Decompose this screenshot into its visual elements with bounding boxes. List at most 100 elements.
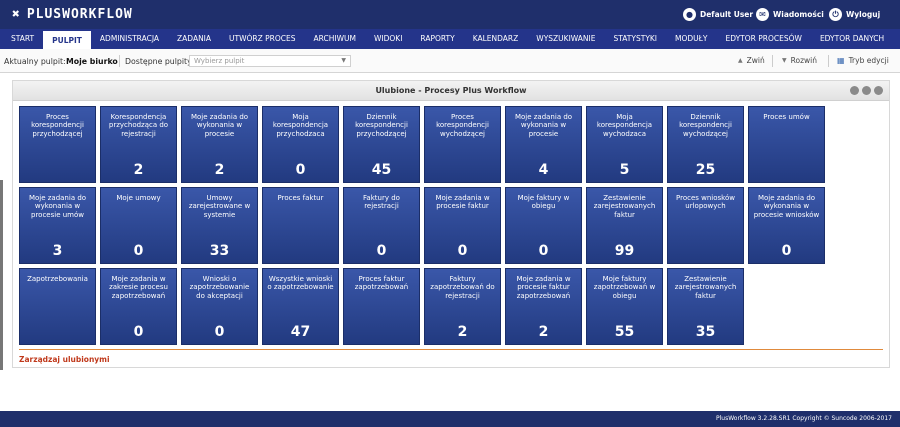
chevron-up-icon: ▲ <box>738 57 743 64</box>
app-logo[interactable]: ✖ PLUSWORKFLOW <box>12 7 133 22</box>
collapse-button[interactable]: ▲ Zwiń <box>738 56 765 65</box>
menu-item-edytor-procesow[interactable]: EDYTOR PROCESÓW <box>716 29 810 49</box>
menu-item-statystyki[interactable]: STATYSTYKI <box>605 29 667 49</box>
favorites-panel-header: Ulubione - Procesy Plus Workflow <box>13 81 889 101</box>
tile-count: 2 <box>538 324 549 340</box>
manage-favorites-link[interactable]: Zarządzaj ulubionymi <box>19 355 110 364</box>
menu-item-wyszukiwanie[interactable]: WYSZUKIWANIE <box>527 29 604 49</box>
tile[interactable]: Wszystkie wnioski o zapotrzebowanie 47 <box>262 268 339 345</box>
tile[interactable]: Moje faktury zapotrzebowań w obiegu 55 <box>586 268 663 345</box>
menu-item-start[interactable]: START <box>2 29 43 49</box>
left-edge-artifact <box>0 180 3 370</box>
tile-title: Moje zadania w zakresie procesu zapotrze… <box>109 275 168 300</box>
tile[interactable]: Proces faktur zapotrzebowań <box>343 268 420 345</box>
menu-item-pulpit[interactable]: PULPIT <box>43 29 91 49</box>
logo-text: PLUSWORKFLOW <box>26 7 133 22</box>
tile[interactable]: Moja korespondencja przychodzaca 0 <box>262 106 339 183</box>
menu-item-moduly[interactable]: MODUŁY <box>666 29 716 49</box>
menu-item-edytor-danych[interactable]: EDYTOR DANYCH <box>811 29 893 49</box>
settings-icon[interactable] <box>874 86 883 95</box>
available-dashboards-label: Dostępne pulpity: <box>125 57 194 66</box>
tile-count: 25 <box>695 162 716 178</box>
tile[interactable]: Moje zadania do wykonania w procesie 4 <box>505 106 582 183</box>
tile-title: Wnioski o zapotrzebowanie do akceptacji <box>189 275 250 300</box>
tile[interactable]: Korespondencja przychodząca do rejestrac… <box>100 106 177 183</box>
tile-title: Proces korespondencji wychodzącej <box>436 113 489 138</box>
tile-title: Moje zadania do wykonania w procesie wni… <box>753 194 820 219</box>
toolbar-divider <box>772 55 773 67</box>
tile[interactable]: Zestawienie zarejestrowanych faktur 99 <box>586 187 663 264</box>
tile[interactable]: Dziennik korespondencji przychodzącej 45 <box>343 106 420 183</box>
tile[interactable]: Proces korespondencji wychodzącej <box>424 106 501 183</box>
tile[interactable]: Moje zadania w procesie faktur zapotrzeb… <box>505 268 582 345</box>
tile[interactable]: Moje zadania w zakresie procesu zapotrze… <box>100 268 177 345</box>
tile[interactable]: Umowy zarejestrowane w systemie 33 <box>181 187 258 264</box>
tile-count: 5 <box>619 162 630 178</box>
tile-title: Faktury zapotrzebowań do rejestracji <box>430 275 495 300</box>
tile-title: Moja korespondencja wychodzaca <box>596 113 653 138</box>
power-icon: ⏻ <box>829 8 842 21</box>
collapse-label: Zwiń <box>746 56 765 65</box>
edit-mode-label: Tryb edycji <box>848 56 889 65</box>
mail-icon: ✉ <box>756 8 769 21</box>
tile[interactable]: Moja korespondencja wychodzaca 5 <box>586 106 663 183</box>
tile[interactable]: Faktury do rejestracji 0 <box>343 187 420 264</box>
tile-count: 0 <box>457 243 468 259</box>
refresh-icon[interactable] <box>862 86 871 95</box>
edit-grid-icon: ▦ <box>837 56 845 65</box>
user-name: Default User <box>700 10 754 19</box>
expand-button[interactable]: ▼ Rozwiń <box>782 56 817 65</box>
menu-item-widoki[interactable]: WIDOKI <box>365 29 411 49</box>
tile[interactable]: Moje zadania w procesie faktur 0 <box>424 187 501 264</box>
tile[interactable]: Moje zadania do wykonania w procesie 2 <box>181 106 258 183</box>
dashboard-select-placeholder: Wybierz pulpit <box>194 57 245 65</box>
tile[interactable]: Proces umów <box>748 106 825 183</box>
dashboard-select[interactable]: Wybierz pulpit ▼ <box>189 55 351 67</box>
messages-label: Wiadomości <box>773 10 824 19</box>
menu-item-archiwum[interactable]: ARCHIWUM <box>305 29 365 49</box>
tile-count: 45 <box>371 162 392 178</box>
tile-title: Proces wniosków urlopowych <box>676 194 735 211</box>
tile-title: Faktury do rejestracji <box>363 194 400 211</box>
tile-title: Moje zadania do wykonania w procesie <box>190 113 249 138</box>
tile[interactable]: Zestawienie zarejestrowanych faktur 35 <box>667 268 744 345</box>
tile-count: 0 <box>376 243 387 259</box>
tile[interactable]: Dziennik korespondencji wychodzącej 25 <box>667 106 744 183</box>
tile[interactable]: Wnioski o zapotrzebowanie do akceptacji 0 <box>181 268 258 345</box>
menu-item-zadania[interactable]: ZADANIA <box>168 29 220 49</box>
menu-item-raporty[interactable]: RAPORTY <box>411 29 463 49</box>
tile-title: Korespondencja przychodząca do rejestrac… <box>108 113 169 138</box>
edit-mode-button[interactable]: ▦ Tryb edycji <box>837 56 889 65</box>
menu-item-utworz-proces[interactable]: UTWÓRZ PROCES <box>220 29 305 49</box>
tile-count: 33 <box>209 243 230 259</box>
tile-title: Dziennik korespondencji przychodzącej <box>355 113 408 138</box>
tile-title: Proces faktur zapotrzebowań <box>354 275 409 292</box>
footer: PlusWorkflow 3.2.28.SR1 Copyright © Sunc… <box>0 411 900 427</box>
tile-count: 55 <box>614 324 635 340</box>
tile[interactable]: Moje umowy 0 <box>100 187 177 264</box>
logout-button[interactable]: ⏻ Wyloguj <box>829 6 880 23</box>
tile[interactable]: Proces faktur <box>262 187 339 264</box>
minimize-icon[interactable] <box>850 86 859 95</box>
user-icon: ● <box>683 8 696 21</box>
chevron-down-icon: ▼ <box>782 57 787 64</box>
tile[interactable]: Proces wniosków urlopowych <box>667 187 744 264</box>
messages-button[interactable]: ✉ Wiadomości <box>756 6 824 23</box>
tile[interactable]: Proces korespondencji przychodzącej <box>19 106 96 183</box>
dashboard-toolbar: Aktualny pulpit: Moje biurko Dostępne pu… <box>0 49 900 73</box>
tile-count: 0 <box>214 324 225 340</box>
tile[interactable]: Moje zadania do wykonania w procesie wni… <box>748 187 825 264</box>
menu-item-administracja[interactable]: ADMINISTRACJA <box>91 29 168 49</box>
chevron-down-icon: ▼ <box>341 57 346 64</box>
expand-label: Rozwiń <box>790 56 817 65</box>
tile[interactable]: Moje zadania do wykonania w procesie umó… <box>19 187 96 264</box>
tile-title: Wszystkie wnioski o zapotrzebowanie <box>267 275 334 292</box>
menu-item-kalendarz[interactable]: KALENDARZ <box>464 29 528 49</box>
tile[interactable]: Zapotrzebowania <box>19 268 96 345</box>
user-menu[interactable]: ● Default User <box>683 6 753 23</box>
tile-title: Moje zadania w procesie faktur <box>435 194 490 211</box>
tile[interactable]: Faktury zapotrzebowań do rejestracji 2 <box>424 268 501 345</box>
tile-title: Moje zadania w procesie faktur zapotrzeb… <box>516 275 571 300</box>
tile[interactable]: Moje faktury w obiegu 0 <box>505 187 582 264</box>
tile-title: Moje umowy <box>116 194 161 202</box>
